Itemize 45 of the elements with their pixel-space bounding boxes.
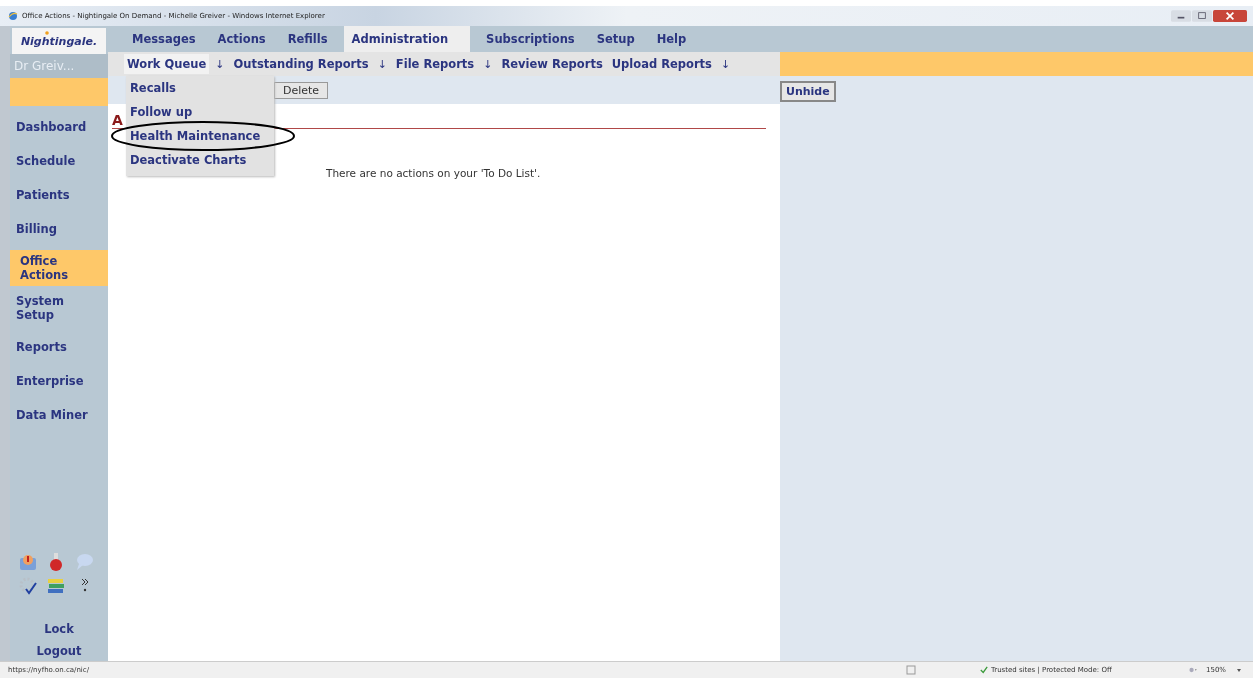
logo: Nightingale. <box>12 28 106 54</box>
user-name: Dr Greiv... <box>10 54 108 78</box>
nav-item[interactable]: Patients <box>10 182 108 208</box>
submenu-item[interactable]: Review Reports <box>498 54 606 74</box>
submenu-item[interactable]: Work Queue <box>124 54 210 74</box>
nav-item[interactable]: Enterprise <box>10 368 108 394</box>
alert-icon[interactable] <box>18 552 38 572</box>
delete-button[interactable]: Delete <box>274 81 329 99</box>
menu-tab[interactable]: Messages <box>126 26 202 52</box>
nav-link[interactable]: Logout <box>30 640 88 662</box>
dropdown-arrow[interactable]: ↓ <box>717 57 734 71</box>
gear-check-icon[interactable] <box>18 576 38 596</box>
unhide-button[interactable]: Unhide <box>780 81 836 102</box>
close-icon[interactable] <box>1213 10 1247 22</box>
check-icon <box>980 666 988 674</box>
menu-tab[interactable]: Refills <box>281 26 334 52</box>
maximize-icon[interactable] <box>1192 10 1212 22</box>
books-icon[interactable] <box>46 576 66 596</box>
submenu-item[interactable]: File Reports <box>392 54 478 74</box>
nav-item[interactable]: Dashboard <box>10 114 108 140</box>
browser-icon <box>8 11 18 21</box>
section-heading: A <box>112 112 123 128</box>
menu-tab[interactable]: Administration <box>343 26 471 52</box>
dropdown-arrow[interactable]: ↓ <box>212 57 228 71</box>
menu-tab[interactable]: Setup <box>590 26 641 52</box>
menu-tab[interactable]: Subscriptions <box>480 26 581 52</box>
nav-link[interactable]: Lock <box>38 618 80 640</box>
submenu-item[interactable]: Outstanding Reports <box>230 54 372 74</box>
minimize-icon[interactable] <box>1171 10 1191 22</box>
nav-item[interactable]: System Setup <box>10 290 108 326</box>
empty-message: There are no actions on your 'To Do List'. <box>326 167 542 179</box>
submenu-item[interactable]: Upload Reports <box>608 54 715 74</box>
nav-item[interactable]: Data Miner <box>10 402 108 428</box>
dropdown-arrow[interactable]: ↓ <box>374 57 390 71</box>
menu-tab[interactable]: Actions <box>211 26 272 52</box>
menu-tab[interactable]: Help <box>650 26 693 52</box>
nav-item[interactable]: Billing <box>10 216 108 242</box>
menu-item[interactable]: Deactivate Charts <box>126 148 274 172</box>
nav-item[interactable]: Schedule <box>10 148 108 174</box>
nav-item[interactable]: Office Actions <box>10 250 108 286</box>
menu-item[interactable]: Recalls <box>126 76 274 100</box>
menu-item[interactable]: Follow up <box>126 100 274 124</box>
page-icon <box>906 665 916 675</box>
dropdown-arrow[interactable]: ↓ <box>480 57 496 71</box>
nav-item[interactable]: Reports <box>10 334 108 360</box>
